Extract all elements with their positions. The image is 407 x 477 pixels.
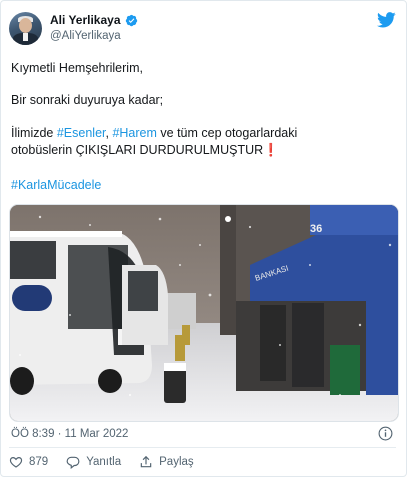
reply-icon (66, 456, 80, 469)
like-count: 879 (29, 456, 49, 468)
share-label: Paylaş (159, 456, 194, 468)
tweet-line-4-text: otobüslerin ÇIKIŞLARI DURDURULMUŞTUR (11, 143, 264, 157)
exclamation-icon: ❗ (263, 143, 279, 157)
verified-badge-icon (125, 14, 137, 26)
tweet-header: Ali Yerlikaya @AliYerlikaya (9, 10, 396, 50)
tweet-line-3: İlimizde #Esenler, #Harem ve tüm cep oto… (11, 125, 396, 141)
tweet-line-1: Kıymetli Hemşehrilerim, (11, 61, 143, 75)
heart-icon (9, 457, 23, 468)
snowy-bus-terminal-image: mavi 36 BANKASI (10, 205, 398, 421)
tweet-line-3-end: ve tüm cep otogarlardaki (156, 126, 298, 140)
reply-label: Yanıtla (86, 456, 122, 468)
author-handle[interactable]: @AliYerlikaya (50, 30, 121, 42)
hashtag-karlamucadele[interactable]: #KarlaMücadele (11, 178, 101, 192)
reply-button[interactable]: Yanıtla (66, 455, 121, 469)
terminal-number-text: 36 (310, 223, 322, 235)
hashtag-esenler[interactable]: #Esenler (57, 126, 106, 140)
author-name-row[interactable]: Ali Yerlikaya (50, 13, 138, 27)
divider (9, 447, 396, 448)
tweet-line-3-start: İlimizde (11, 126, 57, 140)
tweet-timestamp[interactable]: ÖÖ 8:39 · 11 Mar 2022 (11, 428, 128, 440)
tweet-photo[interactable]: mavi 36 BANKASI (9, 204, 399, 422)
like-button[interactable]: 879 (9, 455, 48, 469)
info-icon[interactable] (378, 426, 393, 441)
tweet-card: Ali Yerlikaya @AliYerlikaya Kıymetli Hem… (0, 0, 407, 477)
share-icon (140, 455, 152, 468)
tweet-line-4: otobüslerin ÇIKIŞLARI DURDURULMUŞTUR❗ (11, 142, 396, 158)
hashtag-harem[interactable]: #Harem (112, 126, 156, 140)
tweet-line-2: Bir sonraki duyuruya kadar; (11, 93, 164, 107)
tweet-line-5: #KarlaMücadele (11, 177, 396, 193)
tweet-actions: 879 Yanıtla Paylaş (9, 455, 212, 469)
author-name[interactable]: Ali Yerlikaya (50, 13, 121, 27)
avatar[interactable] (9, 12, 42, 45)
twitter-bird-icon[interactable] (377, 12, 396, 28)
share-button[interactable]: Paylaş (139, 455, 194, 469)
